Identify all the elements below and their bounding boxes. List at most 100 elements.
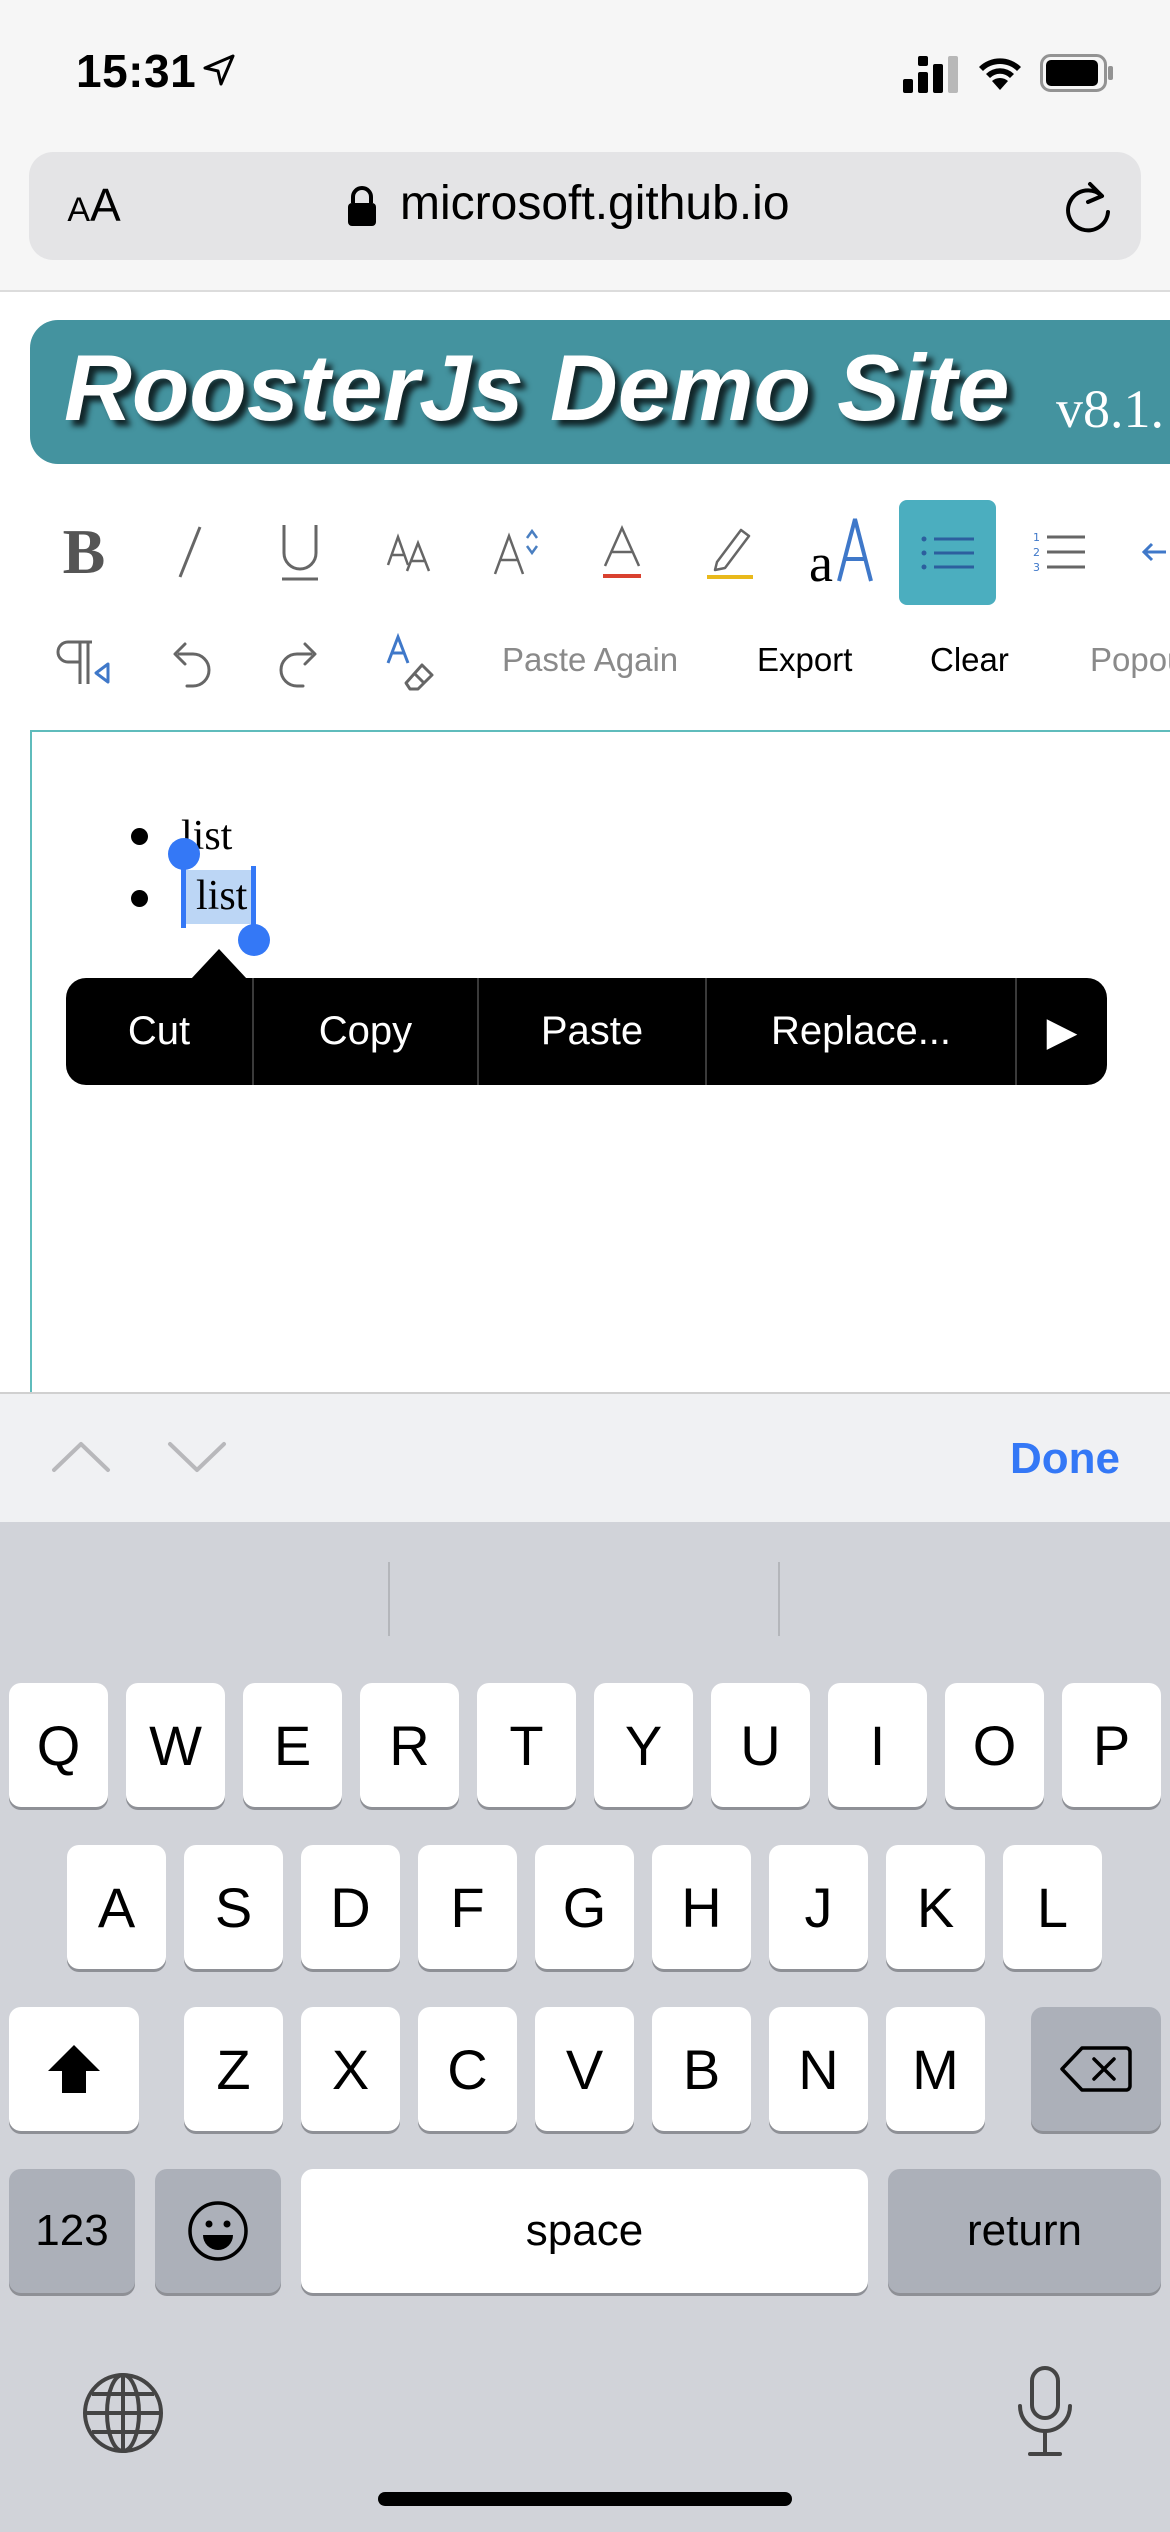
font-button[interactable]: [370, 504, 450, 600]
lock-icon: [348, 186, 376, 226]
numbered-list-icon: 1 2 3: [1033, 531, 1085, 573]
bold-icon: B: [62, 516, 106, 587]
delete-key[interactable]: [1031, 2007, 1161, 2131]
italic-button[interactable]: [150, 504, 230, 600]
chevron-down-icon[interactable]: [166, 1432, 228, 1480]
shift-key[interactable]: [9, 2007, 139, 2131]
list-bullet: [131, 890, 148, 907]
key-x[interactable]: X: [301, 2007, 400, 2131]
text-size-button[interactable]: A A: [56, 178, 132, 238]
reload-icon[interactable]: [1064, 180, 1114, 234]
format-painter-button[interactable]: a: [796, 500, 886, 600]
more-menu-arrow-icon[interactable]: ▶: [1017, 978, 1107, 1085]
key-c[interactable]: C: [418, 2007, 517, 2131]
cellular-signal-icon: [903, 56, 958, 93]
selection-start-caret: [181, 866, 186, 928]
key-j[interactable]: J: [769, 1845, 868, 1969]
key-g[interactable]: G: [535, 1845, 634, 1969]
bullet-list-button[interactable]: [899, 500, 996, 605]
undo-button[interactable]: [150, 620, 230, 706]
key-l[interactable]: L: [1003, 1845, 1102, 1969]
key-u[interactable]: U: [711, 1683, 810, 1807]
highlight-button[interactable]: [690, 504, 770, 600]
highlight-icon: [707, 528, 753, 579]
key-q[interactable]: Q: [9, 1683, 108, 1807]
status-time: 15:31: [76, 45, 197, 97]
bold-button[interactable]: B: [44, 504, 124, 600]
text-direction-button[interactable]: [44, 620, 124, 706]
text-direction-icon: [56, 640, 110, 684]
font-size-button[interactable]: [476, 504, 556, 600]
url-text: microsoft.github.io: [400, 177, 790, 230]
svg-text:2: 2: [1033, 546, 1040, 559]
key-n[interactable]: N: [769, 2007, 868, 2131]
key-t[interactable]: T: [477, 1683, 576, 1807]
key-z[interactable]: Z: [184, 2007, 283, 2131]
backspace-icon: [1060, 2046, 1132, 2092]
key-f[interactable]: F: [418, 1845, 517, 1969]
popout-button[interactable]: Popou: [1090, 641, 1170, 679]
key-a[interactable]: A: [67, 1845, 166, 1969]
site-version: v8.1.: [1056, 379, 1164, 439]
paste-again-button[interactable]: Paste Again: [502, 641, 678, 679]
microphone-icon[interactable]: [1012, 2364, 1078, 2460]
redo-button[interactable]: [260, 620, 340, 706]
list-item-selected[interactable]: list: [196, 872, 247, 920]
font-size-icon: [493, 528, 539, 575]
key-s[interactable]: S: [184, 1845, 283, 1969]
svg-text:3: 3: [1033, 561, 1040, 573]
key-r[interactable]: R: [360, 1683, 459, 1807]
undo-icon: [173, 642, 211, 688]
replace-menu-item[interactable]: Replace...: [707, 978, 1017, 1085]
italic-icon: [178, 526, 202, 578]
key-y[interactable]: Y: [594, 1683, 693, 1807]
return-key[interactable]: return: [888, 2169, 1161, 2293]
clear-format-icon: [386, 633, 434, 691]
numbered-list-button[interactable]: 1 2 3: [1020, 504, 1100, 600]
text-color-button[interactable]: [582, 504, 662, 600]
underline-button[interactable]: [260, 504, 340, 600]
outdent-button[interactable]: [1130, 504, 1170, 600]
underline-icon: [282, 525, 318, 581]
prediction-divider: [388, 1562, 390, 1636]
paste-menu-item[interactable]: Paste: [479, 978, 707, 1085]
shift-icon: [48, 2045, 100, 2093]
prediction-divider: [778, 1562, 780, 1636]
key-h[interactable]: H: [652, 1845, 751, 1969]
key-k[interactable]: K: [886, 1845, 985, 1969]
selection-end-caret: [251, 866, 256, 928]
chevron-up-icon[interactable]: [50, 1432, 112, 1480]
key-w[interactable]: W: [126, 1683, 225, 1807]
emoji-key[interactable]: [155, 2169, 281, 2293]
key-b[interactable]: B: [652, 2007, 751, 2131]
cut-menu-item[interactable]: Cut: [66, 978, 254, 1085]
key-i[interactable]: I: [828, 1683, 927, 1807]
location-arrow-icon: [203, 54, 235, 86]
clear-format-button[interactable]: [370, 620, 450, 706]
key-m[interactable]: M: [886, 2007, 985, 2131]
key-v[interactable]: V: [535, 2007, 634, 2131]
key-d[interactable]: D: [301, 1845, 400, 1969]
wifi-icon: [979, 58, 1021, 90]
selection-start-handle[interactable]: [168, 838, 200, 870]
space-key[interactable]: space: [301, 2169, 868, 2293]
site-title: RoosterJs Demo Site: [64, 335, 1010, 440]
list-bullet: [131, 828, 148, 845]
copy-menu-item[interactable]: Copy: [254, 978, 479, 1085]
numbers-key[interactable]: 123: [9, 2169, 135, 2293]
clear-button[interactable]: Clear: [930, 641, 1009, 679]
format-painter-icon: a: [809, 518, 873, 591]
home-indicator: [378, 2492, 792, 2506]
key-e[interactable]: E: [243, 1683, 342, 1807]
site-banner: RoosterJs Demo Site v8.1.: [30, 320, 1170, 464]
globe-icon[interactable]: [80, 2370, 166, 2456]
done-button[interactable]: Done: [1010, 1434, 1120, 1484]
redo-icon: [279, 642, 317, 688]
key-p[interactable]: P: [1062, 1683, 1161, 1807]
emoji-icon: [188, 2201, 248, 2261]
font-icon: [386, 533, 431, 572]
key-o[interactable]: O: [945, 1683, 1044, 1807]
svg-text:1: 1: [1033, 531, 1040, 544]
export-button[interactable]: Export: [757, 641, 852, 679]
edit-context-menu: Cut Copy Paste Replace... ▶: [66, 978, 1107, 1085]
